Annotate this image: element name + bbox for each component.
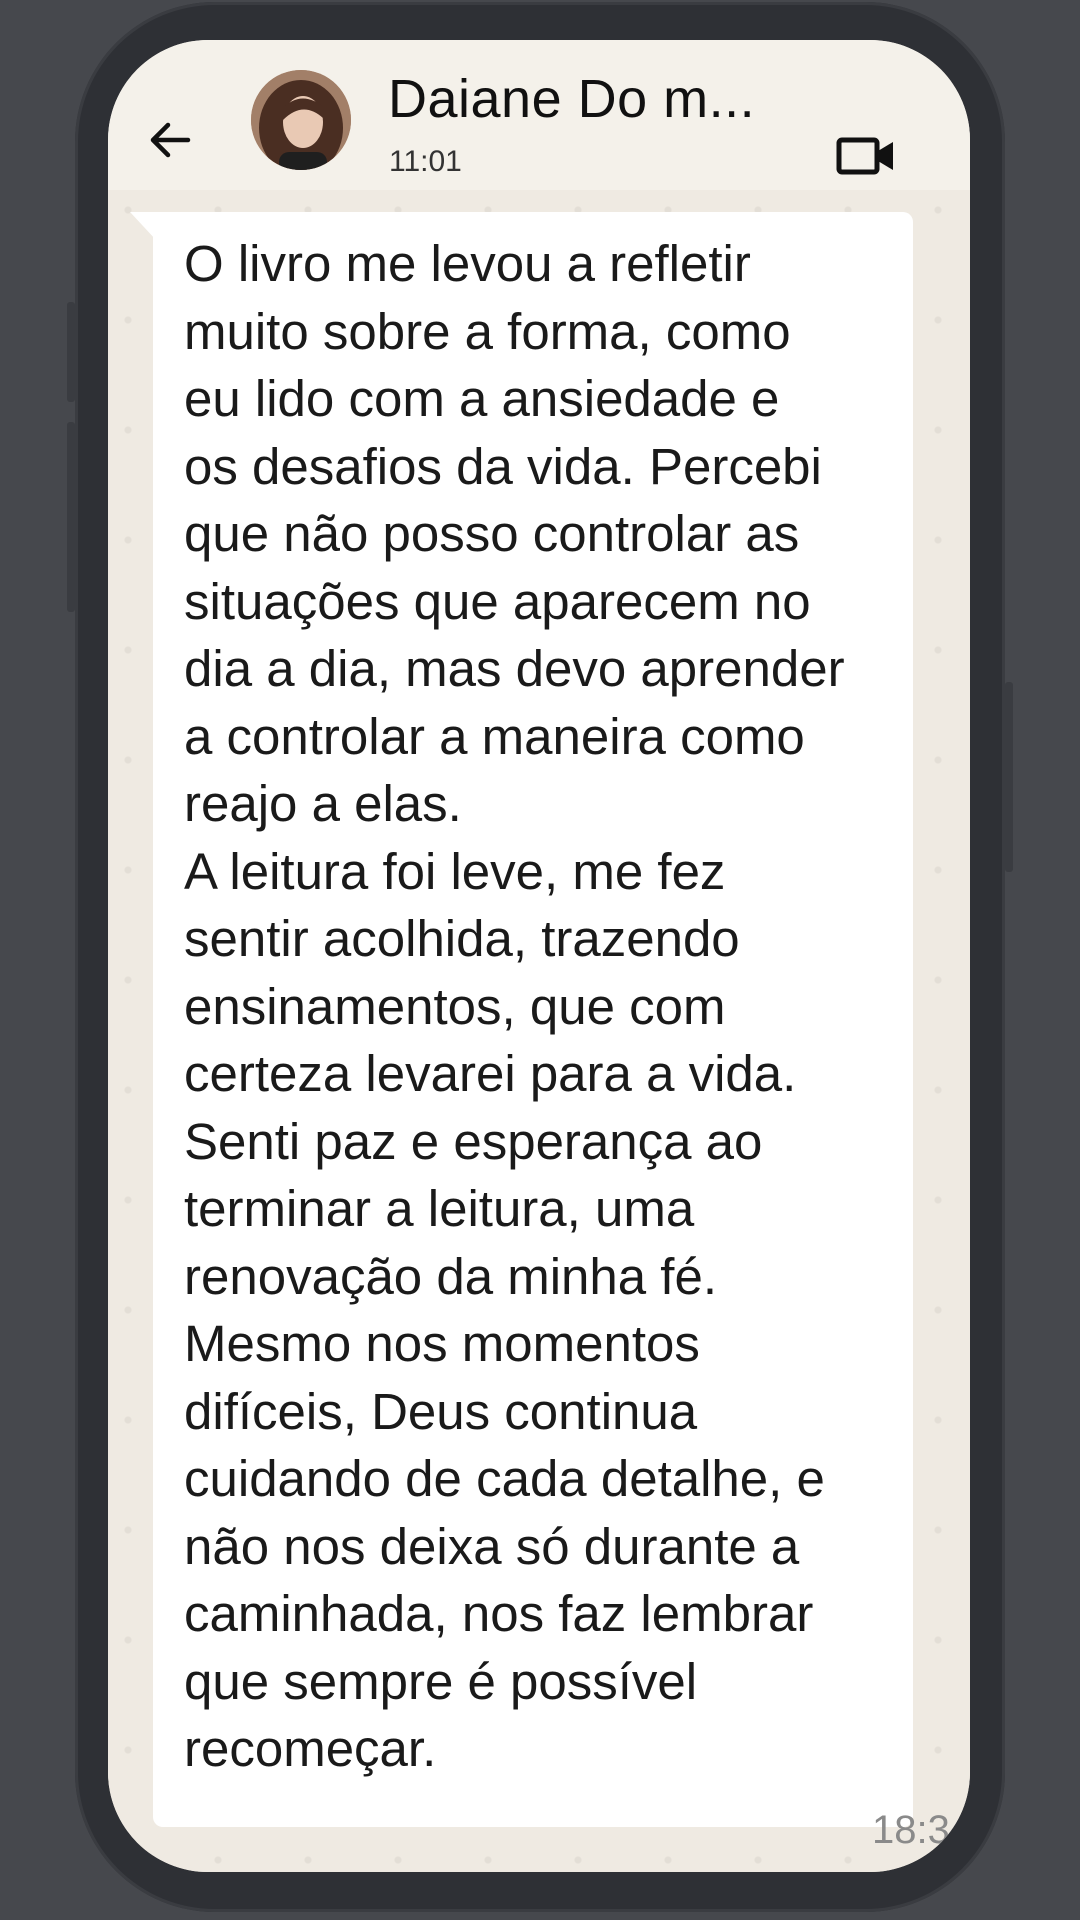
avatar[interactable] xyxy=(251,70,351,170)
message-text: O livro me levou a refletir muito sobre … xyxy=(184,235,845,1777)
contact-name[interactable]: Daiane Do m... xyxy=(388,68,755,130)
avatar-photo xyxy=(251,70,351,170)
message-time: 18:3 xyxy=(872,1808,950,1852)
chat-screen: Daiane Do m... 11:01 O livro me levou a … xyxy=(108,40,970,1872)
phone-side-button xyxy=(67,422,75,612)
phone-side-button xyxy=(1005,682,1013,872)
arrow-left-icon[interactable] xyxy=(148,118,192,162)
contact-status-time: 11:01 xyxy=(389,145,462,178)
chat-header: Daiane Do m... 11:01 xyxy=(108,40,970,190)
phone-side-button xyxy=(67,302,75,402)
video-camera-icon[interactable] xyxy=(836,134,896,178)
